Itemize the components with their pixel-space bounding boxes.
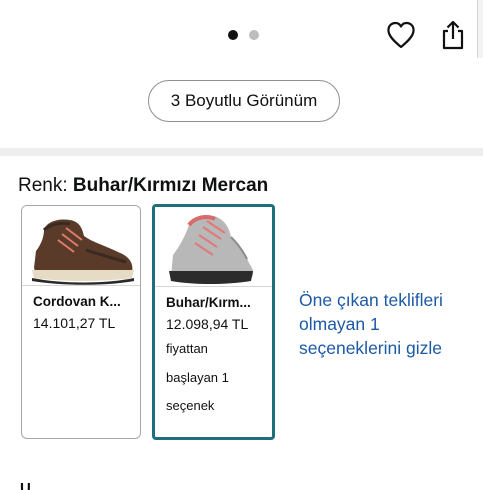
shoe-thumbnail-grey xyxy=(155,207,272,287)
color-label: Renk: Buhar/Kırmızı Mercan xyxy=(18,175,268,197)
color-option-offer-line: başlayan 1 xyxy=(166,369,229,385)
shoe-thumbnail-brown xyxy=(22,206,140,286)
carousel-dot-active[interactable] xyxy=(228,30,238,40)
color-option-info: Buhar/Kırm... 12.098,94 TL fiyattan başl… xyxy=(155,287,272,421)
hide-options-link[interactable]: Öne çıkan teklifleri olmayan 1 seçenekle… xyxy=(299,288,479,360)
heart-icon[interactable] xyxy=(385,19,417,51)
carousel-dots xyxy=(228,30,259,40)
color-option-offer-line: fiyattan xyxy=(166,341,208,356)
scrollbar xyxy=(477,0,483,58)
section-divider xyxy=(0,148,483,156)
share-icon[interactable] xyxy=(437,19,469,51)
carousel-dot[interactable] xyxy=(249,30,259,40)
color-option-price: 12.098,94 TL xyxy=(166,316,249,332)
color-label-prefix: Renk: xyxy=(18,175,73,196)
color-option-price: 14.101,27 TL xyxy=(33,315,116,331)
color-option-name: Buhar/Kırm... xyxy=(166,295,251,310)
selected-color-name: Buhar/Kırmızı Mercan xyxy=(72,175,269,196)
color-option-offer-line: seçenek xyxy=(166,398,215,413)
view-3d-button[interactable]: 3 Boyutlu Görünüm xyxy=(148,80,340,122)
color-option-cordovan[interactable]: Cordovan K... 14.101,27 TL xyxy=(21,205,141,439)
next-section-partial: Ü xyxy=(18,482,483,490)
color-option-info: Cordovan K... 14.101,27 TL xyxy=(22,286,140,331)
partial-text-left: Ü xyxy=(20,482,31,490)
color-option-buhar-selected[interactable]: Buhar/Kırm... 12.098,94 TL fiyattan başl… xyxy=(152,204,275,440)
color-option-name: Cordovan K... xyxy=(33,294,121,309)
image-gallery-header: 3 Boyutlu Görünüm xyxy=(0,0,483,148)
